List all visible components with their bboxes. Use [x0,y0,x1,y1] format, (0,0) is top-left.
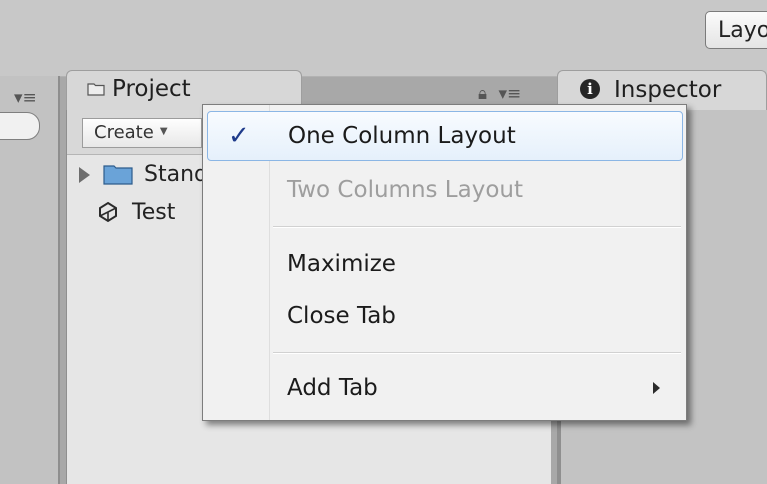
menu-separator [273,352,681,354]
menu-item-one-column-layout[interactable]: ✓ One Column Layout [207,111,683,161]
layout-dropdown-button[interactable]: Layout [705,11,767,49]
menu-item-label: Add Tab [287,375,378,401]
editor-toolbar: Layout [0,0,767,77]
menu-item-label: One Column Layout [288,123,516,149]
tree-item-test[interactable]: Test [97,200,175,230]
menu-item-close-tab[interactable]: Close Tab [203,291,686,341]
submenu-arrow-icon [653,382,660,394]
unity-editor-window: Layout ▾≡ Project Create▼ Standard Asset… [0,0,767,484]
folder-icon [87,83,105,96]
menu-item-two-columns-layout: Two Columns Layout [203,165,686,215]
menu-item-label: Two Columns Layout [287,177,523,203]
expand-arrow-icon[interactable] [79,167,90,183]
hierarchy-search-input[interactable] [0,112,40,140]
project-tab-label: Project [112,76,191,102]
folder-icon [103,165,133,185]
info-icon: i [580,79,600,99]
menu-item-add-tab[interactable]: Add Tab [203,363,686,413]
create-dropdown-button[interactable]: Create ▼ [82,118,202,148]
checkmark-icon: ✓ [228,121,250,151]
menu-separator [273,226,681,228]
project-panel-controls: 🔒︎ ▾≡ [478,84,521,104]
menu-item-maximize[interactable]: Maximize [203,239,686,289]
chevron-down-icon: ▼ [159,126,168,137]
hierarchy-panel: ▾≡ [0,76,60,484]
lock-icon[interactable]: 🔒︎ [478,84,487,104]
panel-menu-icon[interactable]: ▾≡ [498,84,521,104]
inspector-tab-label: Inspector [614,77,722,103]
tab-context-menu: ✓ One Column Layout Two Columns Layout M… [202,104,687,421]
tree-item-label: Test [132,200,176,225]
menu-item-label: Maximize [287,251,396,277]
unity-scene-icon [99,201,117,223]
layout-button-label: Layout [718,18,767,43]
menu-item-label: Close Tab [287,303,396,329]
create-button-label: Create [94,122,154,143]
panel-menu-icon[interactable]: ▾≡ [14,88,37,108]
